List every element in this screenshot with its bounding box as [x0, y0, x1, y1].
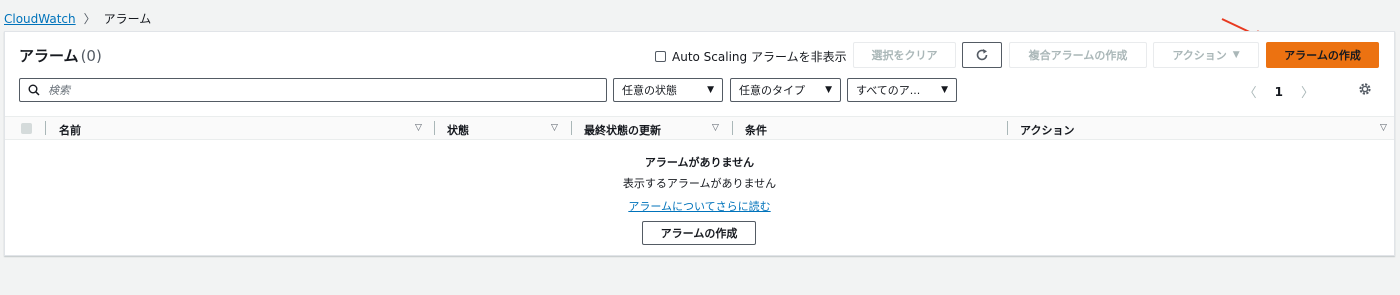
sort-caret-icon[interactable]: ▽ — [1380, 123, 1387, 133]
state-filter-value: 任意の状態 — [622, 84, 677, 97]
learn-more-link[interactable]: アラームについてさらに読む — [628, 200, 770, 213]
column-header-conditions[interactable]: 条件 — [745, 122, 767, 138]
column-divider — [732, 121, 733, 135]
breadcrumb: CloudWatch 〉 アラーム — [4, 10, 151, 27]
empty-state-link-row: アラームについてさらに読む — [5, 198, 1394, 214]
column-divider — [434, 121, 435, 135]
column-divider — [45, 121, 46, 135]
column-divider — [571, 121, 572, 135]
pagination: 〈 1 〉 — [1244, 82, 1314, 102]
table-header: 名前 ▽ 状態 ▽ 最終状態の更新 ▽ 条件 アクション ▽ — [5, 116, 1394, 140]
refresh-button[interactable] — [962, 42, 1002, 68]
clear-selection-button[interactable]: 選択をクリア — [853, 42, 956, 68]
breadcrumb-current: アラーム — [103, 12, 152, 26]
gear-icon[interactable] — [1358, 82, 1372, 96]
caret-down-icon: ▼ — [1232, 50, 1240, 60]
sort-caret-icon[interactable]: ▽ — [551, 123, 558, 133]
empty-create-alarm-button[interactable]: アラームの作成 — [642, 221, 756, 245]
sort-caret-icon[interactable]: ▽ — [712, 123, 719, 133]
actions-dropdown[interactable]: アクション ▼ — [1153, 42, 1259, 68]
search-icon — [28, 84, 40, 96]
create-alarm-button[interactable]: アラームの作成 — [1266, 42, 1379, 68]
caret-down-icon: ▼ — [707, 85, 714, 95]
breadcrumb-cloudwatch-link[interactable]: CloudWatch — [4, 12, 76, 26]
alarm-count: (0) — [80, 47, 102, 65]
chevron-right-icon: 〉 — [83, 12, 96, 26]
caret-down-icon: ▼ — [825, 85, 832, 95]
actions-label: アクション — [1172, 49, 1227, 62]
hide-autoscaling-toggle[interactable]: Auto Scaling アラームを非表示 — [655, 48, 847, 65]
select-all-checkbox[interactable] — [21, 123, 32, 134]
column-header-actions[interactable]: アクション — [1020, 122, 1074, 138]
column-header-name[interactable]: 名前 — [59, 122, 81, 138]
previous-page-icon[interactable]: 〈 — [1244, 82, 1257, 101]
hide-autoscaling-label: Auto Scaling アラームを非表示 — [672, 50, 847, 64]
search-placeholder: 検索 — [48, 84, 70, 97]
caret-down-icon: ▼ — [941, 85, 948, 95]
alarms-panel: アラーム (0) Auto Scaling アラームを非表示 選択をクリア 複合ア… — [4, 31, 1395, 256]
type-filter-select[interactable]: 任意のタイプ ▼ — [730, 78, 841, 102]
create-composite-alarm-button[interactable]: 複合アラームの作成 — [1009, 42, 1147, 68]
empty-state-subtitle: 表示するアラームがありません — [622, 177, 777, 190]
empty-state-title: アラームがありません — [644, 156, 755, 169]
all-filter-select[interactable]: すべてのア... ▼ — [847, 78, 957, 102]
current-page[interactable]: 1 — [1275, 85, 1283, 99]
next-page-icon[interactable]: 〉 — [1301, 82, 1314, 101]
all-filter-value: すべてのア... — [856, 84, 921, 97]
search-input[interactable]: 検索 — [19, 78, 607, 102]
state-filter-select[interactable]: 任意の状態 ▼ — [613, 78, 723, 102]
sort-caret-icon[interactable]: ▽ — [415, 123, 422, 133]
hide-autoscaling-checkbox[interactable] — [655, 51, 666, 62]
column-header-state[interactable]: 状態 — [447, 122, 469, 138]
title-text: アラーム — [19, 47, 79, 65]
page-title: アラーム (0) — [19, 45, 102, 66]
type-filter-value: 任意のタイプ — [739, 84, 805, 97]
column-header-last-updated[interactable]: 最終状態の更新 — [584, 122, 661, 138]
refresh-icon — [976, 49, 988, 61]
column-divider — [1007, 121, 1008, 135]
